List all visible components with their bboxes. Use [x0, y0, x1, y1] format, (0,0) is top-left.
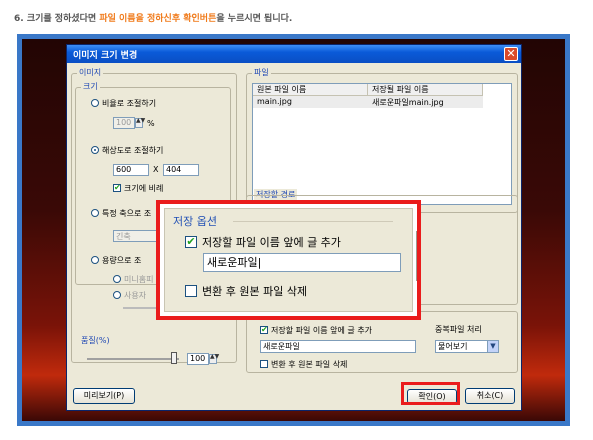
zoom-divider — [233, 221, 393, 222]
duplicate-label: 중복파일 처리 — [435, 325, 482, 334]
capacity-radio[interactable] — [91, 256, 99, 264]
instruction-highlight: 파일 이름을 정하신후 확인버튼 — [99, 14, 217, 24]
delete-label: 변환 후 원본 파일 삭제 — [271, 360, 348, 369]
ratio-spinner[interactable]: ▲▼ — [135, 118, 145, 128]
title-bar[interactable]: 이미지 크기 변경 ✕ — [67, 45, 521, 63]
row-original: main.jpg — [257, 97, 292, 106]
size-group-label: 크기 — [81, 81, 100, 92]
col-original-header[interactable]: 원본 파일 이름 — [253, 84, 368, 96]
prefix-input[interactable]: 새로운파일 — [260, 340, 416, 353]
row-save: 새로운파일main.jpg — [372, 98, 444, 107]
zoom-title: 저장 옵션 — [173, 215, 217, 228]
delete-checkbox[interactable] — [260, 360, 268, 368]
keep-ratio-checkbox[interactable]: ✔ — [113, 184, 121, 192]
chevron-down-icon[interactable]: ▼ — [487, 340, 499, 353]
zoom-prefix-checkbox[interactable]: ✔ — [185, 236, 197, 248]
user-option-label: 사용자 — [124, 291, 147, 300]
dialog-title: 이미지 크기 변경 — [73, 51, 138, 61]
instruction-suffix: 을 누르시면 됩니다. — [216, 14, 293, 24]
close-icon: ✕ — [506, 47, 516, 60]
duplicate-select[interactable]: 물어보기 — [435, 340, 493, 353]
zoom-callout: 저장 옵션 ✔ 저장할 파일 이름 앞에 글 추가 새로운파일| 변환 후 원본… — [156, 200, 421, 320]
height-input[interactable]: 404 — [163, 164, 199, 176]
zoom-delete-label: 변환 후 원본 파일 삭제 — [202, 285, 308, 298]
quality-label: 품질(%) — [79, 335, 112, 346]
quality-slider-track[interactable] — [87, 358, 179, 360]
ok-button-highlight — [401, 382, 460, 405]
col-save-header[interactable]: 저장될 파일 이름 — [368, 84, 483, 96]
zoom-panel: 저장 옵션 ✔ 저장할 파일 이름 앞에 글 추가 새로운파일| 변환 후 원본… — [164, 208, 417, 312]
zoom-prefix-label: 저장할 파일 이름 앞에 글 추가 — [202, 236, 341, 249]
file-list[interactable]: 원본 파일 이름 저장될 파일 이름 main.jpg 새로운파일main.jp… — [252, 83, 512, 205]
capacity-option-label: 용량으로 조 — [102, 256, 142, 265]
width-input[interactable]: 600 — [113, 164, 149, 176]
resolution-radio[interactable] — [91, 146, 99, 154]
user-radio[interactable] — [113, 291, 121, 299]
axis-radio[interactable] — [91, 209, 99, 217]
zoom-separator — [416, 231, 417, 281]
mini-radio[interactable] — [113, 275, 121, 283]
file-group-label: 파일 — [252, 67, 271, 78]
instruction-prefix: 6. 크기를 정하셨다면 — [14, 14, 100, 24]
ratio-option-label: 비율로 조절하기 — [102, 99, 157, 108]
prefix-label: 저장할 파일 이름 앞에 글 추가 — [271, 326, 373, 335]
ratio-radio[interactable] — [91, 99, 99, 107]
table-row[interactable]: main.jpg 새로운파일main.jpg — [253, 96, 483, 108]
quality-spinner[interactable]: ▲▼ — [209, 354, 219, 364]
times-symbol: X — [153, 165, 159, 174]
close-button[interactable]: ✕ — [504, 47, 518, 61]
quality-input[interactable]: 100 — [187, 353, 209, 365]
preview-button[interactable]: 미리보기(P) — [73, 388, 135, 404]
instruction-text: 6. 크기를 정하셨다면 파일 이름을 정하신후 확인버튼을 누르시면 됩니다. — [14, 11, 292, 24]
zoom-prefix-input[interactable]: 새로운파일| — [203, 253, 401, 272]
image-group-label: 이미지 — [77, 67, 104, 78]
cancel-button[interactable]: 취소(C) — [465, 388, 515, 404]
quality-slider-thumb[interactable] — [171, 352, 177, 364]
mini-option-label: 미니홈피 — [124, 275, 154, 284]
axis-select[interactable]: 긴축 — [113, 230, 157, 242]
resolution-option-label: 해상도로 조절하기 — [102, 146, 164, 155]
duplicate-value: 물어보기 — [438, 342, 468, 351]
zoom-delete-checkbox[interactable] — [185, 285, 197, 297]
ratio-input[interactable]: 100 — [113, 117, 135, 129]
axis-option-label: 특정 축으로 조 — [102, 209, 152, 218]
prefix-checkbox[interactable]: ✔ — [260, 326, 268, 334]
ratio-unit: % — [147, 119, 155, 128]
keep-ratio-label: 크기에 비례 — [124, 184, 164, 193]
